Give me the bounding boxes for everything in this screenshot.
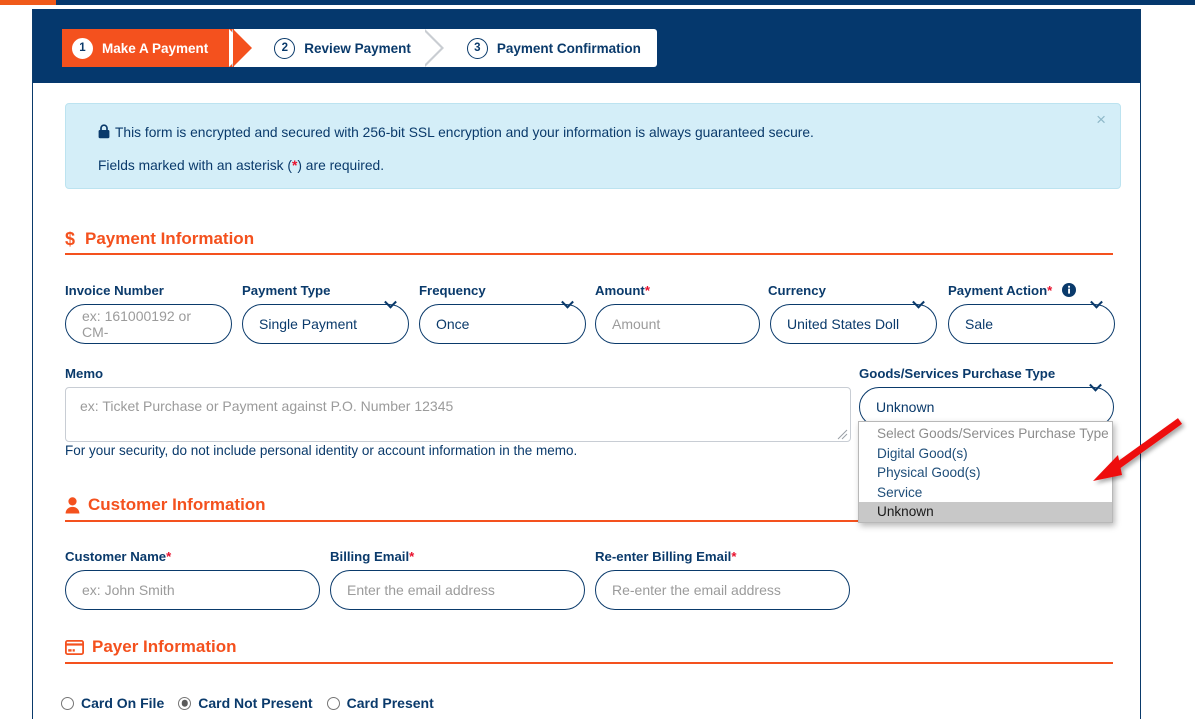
payment-form-card: 1 Make A Payment 2 Review Payment 3 Paym… — [32, 9, 1141, 719]
customer-name-label: Customer Name* — [65, 549, 171, 564]
radio-icon-selected[interactable] — [178, 697, 191, 710]
goods-services-label: Goods/Services Purchase Type — [859, 366, 1055, 381]
customer-information-title: Customer Information — [88, 495, 266, 515]
dropdown-option-select-placeholder[interactable]: Select Goods/Services Purchase Type — [859, 424, 1112, 444]
step-payment-confirmation[interactable]: 3 Payment Confirmation — [457, 29, 657, 67]
step-1-number: 1 — [72, 38, 93, 59]
amount-label: Amount* — [595, 283, 650, 298]
step-separator-2 — [427, 29, 457, 67]
progress-stepper: 1 Make A Payment 2 Review Payment 3 Paym… — [62, 29, 657, 67]
security-alert-line-2: Fields marked with an asterisk (*) are r… — [98, 158, 384, 173]
payment-action-label: Payment Action* — [948, 283, 1076, 300]
top-bar — [0, 0, 1195, 5]
dropdown-option-service[interactable]: Service — [859, 483, 1112, 503]
resize-handle-icon[interactable] — [837, 429, 848, 440]
step-2-number: 2 — [274, 38, 295, 59]
info-icon[interactable] — [1062, 283, 1076, 300]
security-alert-line-1: This form is encrypted and secured with … — [98, 124, 814, 142]
step-review-payment[interactable]: 2 Review Payment — [264, 29, 427, 67]
payment-action-label-text: Payment Action — [948, 283, 1047, 298]
radio-card-present-label: Card Present — [347, 695, 434, 711]
radio-card-on-file-label: Card On File — [81, 695, 164, 711]
radio-card-not-present[interactable]: Card Not Present — [178, 695, 312, 711]
svg-text:$: $ — [65, 229, 75, 249]
billing-email-required-asterisk: * — [409, 549, 414, 564]
invoice-number-input[interactable]: ex: 161000192 or CM- — [65, 304, 232, 344]
payer-information-header: Payer Information — [65, 637, 237, 657]
dropdown-option-unknown[interactable]: Unknown — [859, 502, 1112, 522]
goods-services-dropdown-list[interactable]: Select Goods/Services Purchase Type Digi… — [858, 421, 1113, 523]
amount-input[interactable]: Amount — [595, 304, 760, 344]
amount-label-text: Amount — [595, 283, 645, 298]
currency-select[interactable]: United States Doll — [770, 304, 937, 344]
currency-label: Currency — [768, 283, 826, 298]
customer-information-header: Customer Information — [65, 495, 266, 515]
stepper-bar: 1 Make A Payment 2 Review Payment 3 Paym… — [33, 9, 1140, 83]
security-alert: This form is encrypted and secured with … — [65, 103, 1121, 189]
frequency-label: Frequency — [419, 283, 486, 298]
security-alert-text: This form is encrypted and secured with … — [115, 125, 814, 140]
payer-information-title: Payer Information — [92, 637, 237, 657]
billing-email-label: Billing Email* — [330, 549, 414, 564]
dollar-icon: $ — [65, 229, 77, 249]
person-icon — [65, 497, 80, 514]
payment-action-required-asterisk: * — [1047, 283, 1052, 298]
amount-required-asterisk: * — [645, 283, 650, 298]
memo-label: Memo — [65, 366, 103, 381]
credit-card-icon — [65, 640, 84, 655]
radio-icon[interactable] — [327, 697, 340, 710]
reenter-billing-email-label: Re-enter Billing Email* — [595, 549, 736, 564]
step-3-number: 3 — [467, 38, 488, 59]
radio-card-not-present-label: Card Not Present — [198, 695, 312, 711]
customer-name-label-text: Customer Name — [65, 549, 166, 564]
reenter-billing-email-label-text: Re-enter Billing Email — [595, 549, 731, 564]
payment-action-select[interactable]: Sale — [948, 304, 1115, 344]
step-1-label: Make A Payment — [102, 41, 208, 56]
payment-information-title: Payment Information — [85, 229, 254, 249]
invoice-number-label: Invoice Number — [65, 283, 164, 298]
form-body: This form is encrypted and secured with … — [33, 83, 1140, 719]
lock-icon — [98, 124, 110, 142]
billing-email-label-text: Billing Email — [330, 549, 409, 564]
step-2-label: Review Payment — [304, 41, 411, 56]
required-note-prefix: Fields marked with an asterisk ( — [98, 158, 292, 173]
radio-icon[interactable] — [61, 697, 74, 710]
step-3-label: Payment Confirmation — [497, 41, 641, 56]
required-note-suffix: ) are required. — [297, 158, 384, 173]
top-bar-accent — [0, 0, 56, 5]
payment-type-select[interactable]: Single Payment — [242, 304, 409, 344]
dropdown-option-physical-goods[interactable]: Physical Good(s) — [859, 463, 1112, 483]
customer-name-input[interactable]: ex: John Smith — [65, 570, 320, 610]
payment-type-label: Payment Type — [242, 283, 330, 298]
memo-placeholder: ex: Ticket Purchase or Payment against P… — [80, 398, 453, 414]
memo-help-text: For your security, do not include person… — [65, 443, 577, 458]
payer-section-divider — [65, 662, 1113, 664]
reenter-billing-email-required-asterisk: * — [731, 549, 736, 564]
card-presence-radio-group: Card On File Card Not Present Card Prese… — [61, 695, 448, 711]
payment-section-divider — [65, 253, 1113, 255]
memo-textarea[interactable]: ex: Ticket Purchase or Payment against P… — [65, 387, 851, 442]
dropdown-option-digital-goods[interactable]: Digital Good(s) — [859, 444, 1112, 464]
radio-card-on-file[interactable]: Card On File — [61, 695, 164, 711]
billing-email-input[interactable]: Enter the email address — [330, 570, 585, 610]
customer-name-required-asterisk: * — [166, 549, 171, 564]
step-make-a-payment[interactable]: 1 Make A Payment — [62, 29, 234, 67]
radio-card-present[interactable]: Card Present — [327, 695, 434, 711]
reenter-billing-email-input[interactable]: Re-enter the email address — [595, 570, 850, 610]
frequency-select[interactable]: Once — [419, 304, 586, 344]
close-icon[interactable]: × — [1096, 110, 1106, 130]
payment-information-header: $ Payment Information — [65, 229, 254, 249]
